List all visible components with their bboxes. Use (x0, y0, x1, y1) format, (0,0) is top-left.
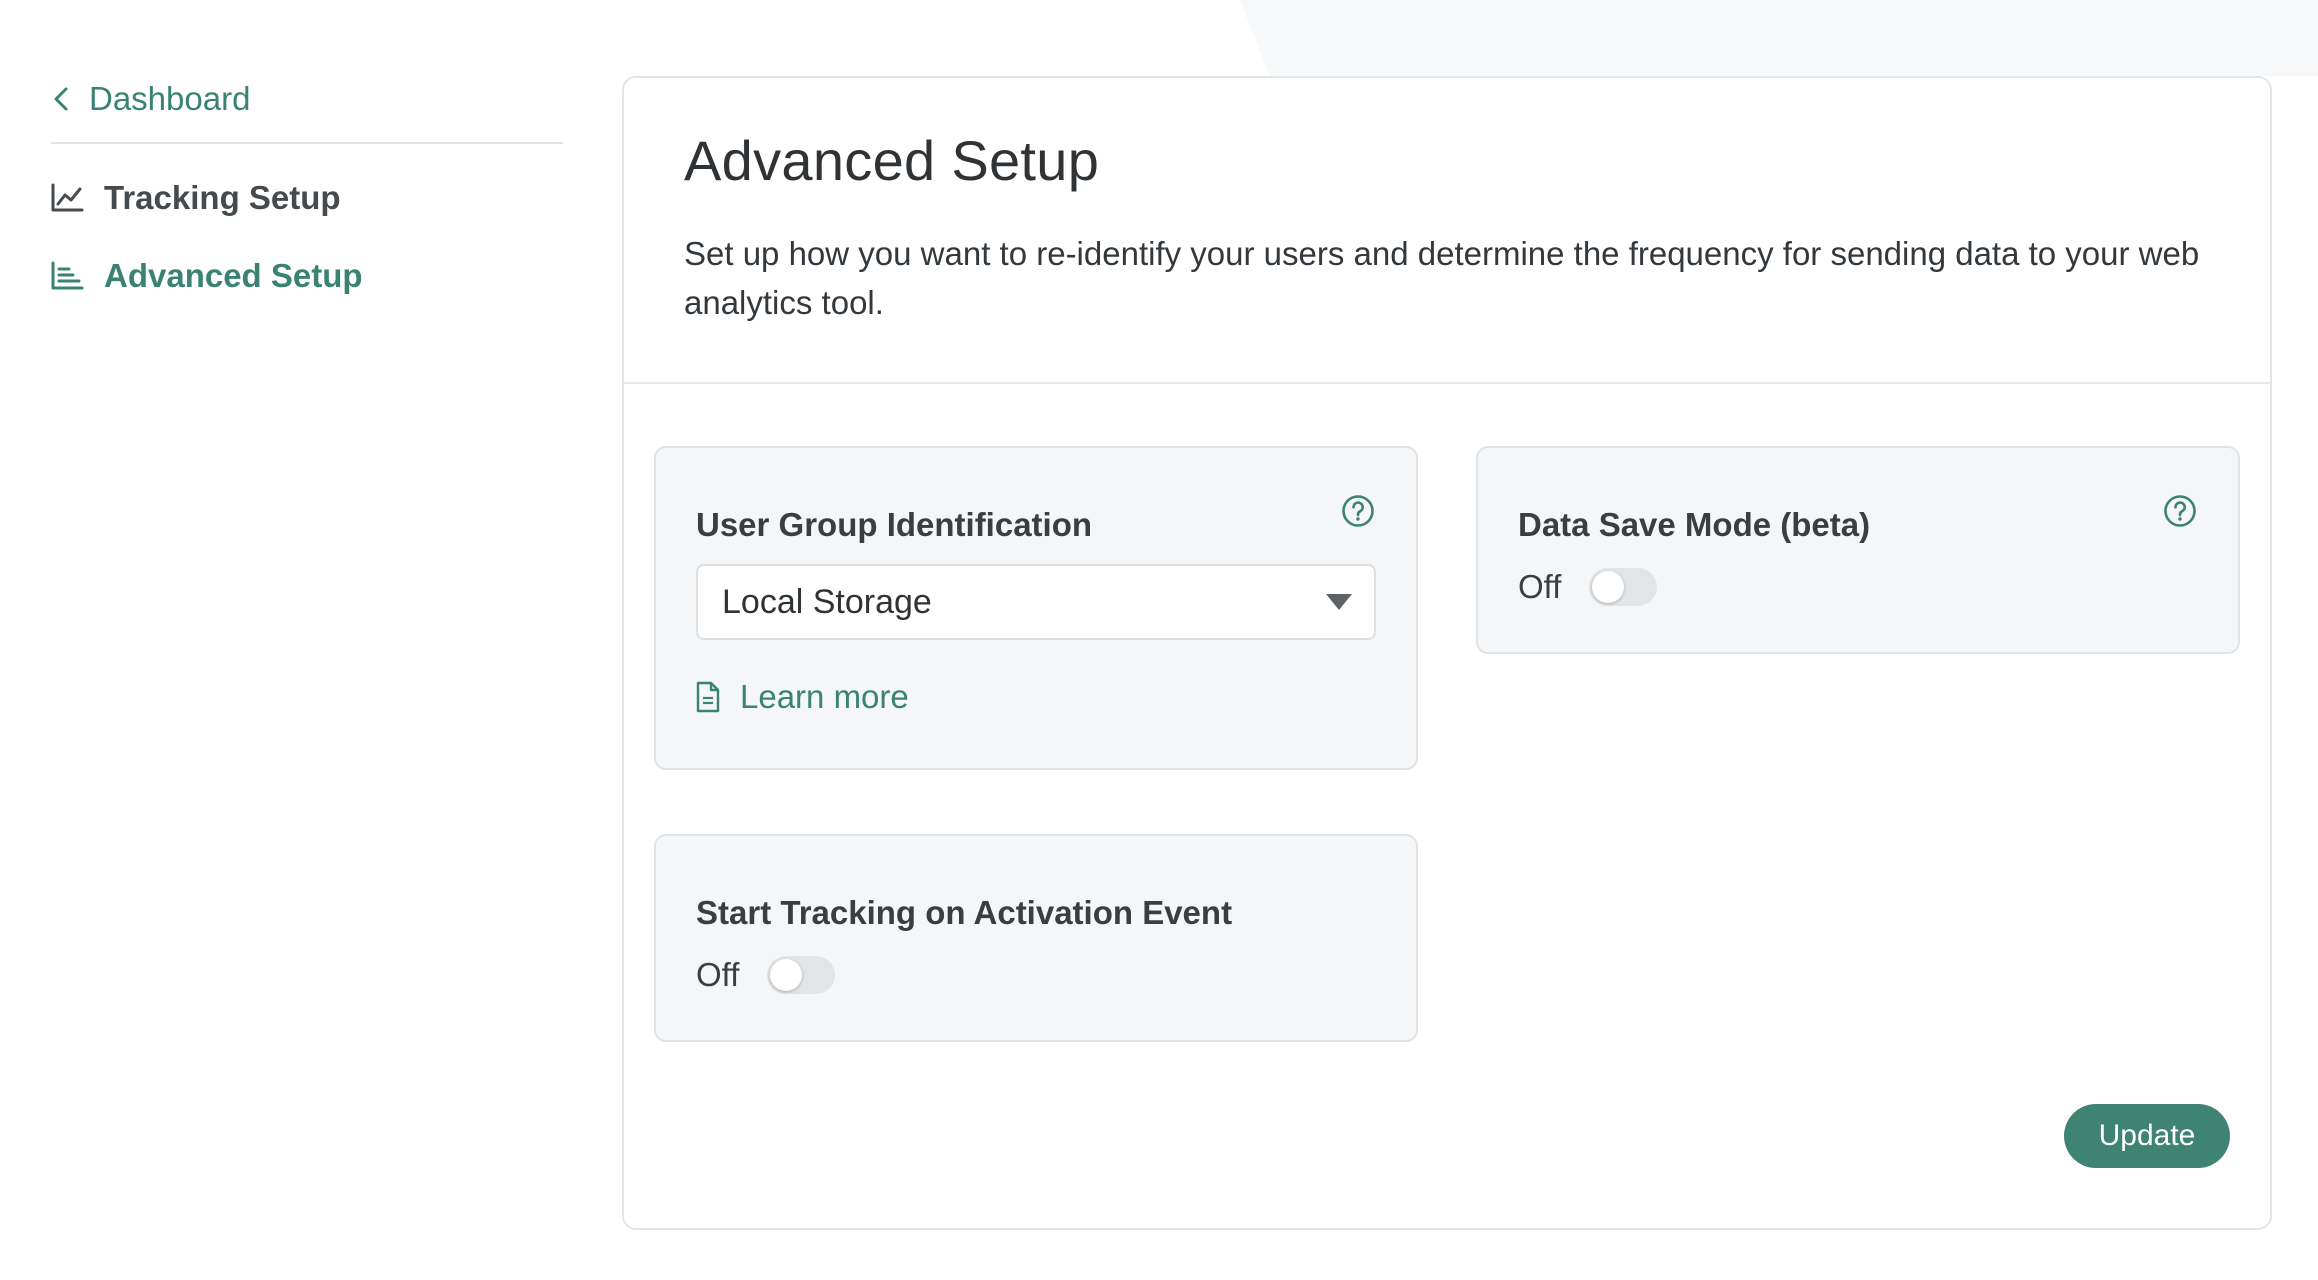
learn-more-label: Learn more (740, 678, 909, 715)
help-icon[interactable] (1341, 494, 1375, 528)
line-chart-icon (51, 183, 84, 212)
data-save-toggle-row: Off (1518, 568, 1658, 606)
sidebar-item-label: Advanced Setup (104, 257, 363, 294)
activation-event-title: Start Tracking on Activation Event (696, 894, 1233, 931)
advanced-setup-card: Advanced Setup Set up how you want to re… (622, 76, 2272, 1230)
update-button[interactable]: Update (2064, 1104, 2230, 1168)
toggle-state-label: Off (696, 956, 740, 993)
data-save-panel: Data Save Mode (beta) Off (1476, 446, 2240, 654)
toggle-knob (1592, 571, 1625, 603)
background-shape (1240, 0, 2318, 76)
data-save-toggle[interactable] (1589, 568, 1658, 606)
user-group-panel: User Group Identification Local Storage … (654, 446, 1418, 770)
activation-event-panel: Start Tracking on Activation Event Off (654, 834, 1418, 1042)
card-header: Advanced Setup Set up how you want to re… (624, 78, 2270, 384)
user-group-select[interactable]: Local Storage (696, 564, 1376, 640)
sidebar-divider (51, 142, 563, 144)
back-link-label: Dashboard (89, 80, 251, 117)
sidebar-item-tracking-setup[interactable]: Tracking Setup (51, 168, 563, 228)
page-description: Set up how you want to re-identify your … (684, 235, 2200, 321)
learn-more-link[interactable]: Learn more (696, 678, 909, 716)
chevron-left-icon (54, 87, 68, 111)
activation-toggle-row: Off (696, 956, 836, 994)
bar-list-icon (51, 261, 84, 290)
sidebar-item-label: Tracking Setup (104, 179, 341, 216)
back-to-dashboard-link[interactable]: Dashboard (51, 74, 563, 124)
toggle-state-label: Off (1518, 568, 1562, 605)
sidebar-item-advanced-setup[interactable]: Advanced Setup (51, 246, 563, 306)
help-icon[interactable] (2163, 494, 2197, 528)
select-value: Local Storage (722, 582, 932, 621)
caret-down-icon (1326, 594, 1352, 610)
activation-event-toggle[interactable] (767, 956, 836, 994)
document-icon (696, 681, 720, 713)
toggle-knob (770, 959, 803, 991)
user-group-title: User Group Identification (696, 506, 1093, 543)
page-title: Advanced Setup (684, 129, 1100, 192)
data-save-title: Data Save Mode (beta) (1518, 506, 1871, 543)
sidebar: Dashboard Tracking Setup Advanced Setup (51, 74, 563, 306)
